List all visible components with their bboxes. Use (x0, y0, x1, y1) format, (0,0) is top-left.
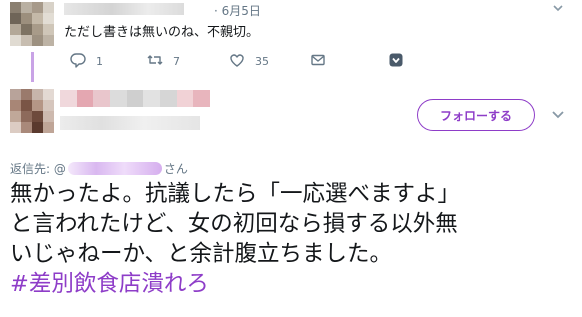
tweet-text: ただし書きは無いのね、不親切。 (64, 25, 260, 40)
like-count: 35 (255, 54, 269, 68)
follow-button[interactable]: フォローする (417, 99, 535, 131)
tweet-body: 無かったよ。抗議したら「一応選べますよ」 と言われたけど、女の初回なら損する以外… (10, 179, 580, 299)
replying-to-suffix: さん (163, 162, 188, 176)
author-name-redacted[interactable] (64, 3, 184, 15)
mention-link-redacted[interactable] (67, 162, 162, 175)
chevron-down-icon[interactable] (551, 0, 565, 14)
replying-to-prefix: 返信先: @ (10, 162, 66, 176)
like-button[interactable]: 35 (229, 52, 269, 70)
envelope-icon (310, 52, 326, 71)
chevron-down-icon[interactable] (550, 106, 566, 122)
direct-message-button[interactable] (310, 52, 326, 70)
avatar[interactable] (10, 89, 54, 133)
retweet-count: 7 (173, 54, 180, 68)
reply-icon (70, 52, 86, 71)
tweet-date[interactable]: · 6月5日 (214, 2, 261, 19)
extension-button[interactable] (388, 52, 404, 70)
reply-count: 1 (96, 54, 103, 68)
tweet-body-line: いじゃねーか、と余計腹立ちました。 (10, 241, 393, 267)
author-handle-redacted[interactable] (60, 116, 200, 130)
reply-button[interactable]: 1 (70, 52, 103, 70)
thread-connector-line (31, 52, 34, 82)
tweet-body-line: 無かったよ。抗議したら「一応選べますよ」 (10, 181, 461, 207)
avatar[interactable] (10, 2, 54, 46)
hashtag-link[interactable]: #差別飲食店潰れろ (10, 269, 580, 299)
author-name-redacted[interactable] (60, 90, 211, 107)
retweet-button[interactable]: 7 (147, 52, 180, 70)
heart-icon (229, 52, 245, 71)
tweet-body-line: と言われたけど、女の初回なら損する以外無 (10, 211, 458, 237)
retweet-icon (147, 52, 163, 71)
replying-to: 返信先: @ さん (10, 160, 188, 177)
extension-shield-icon (388, 52, 404, 71)
